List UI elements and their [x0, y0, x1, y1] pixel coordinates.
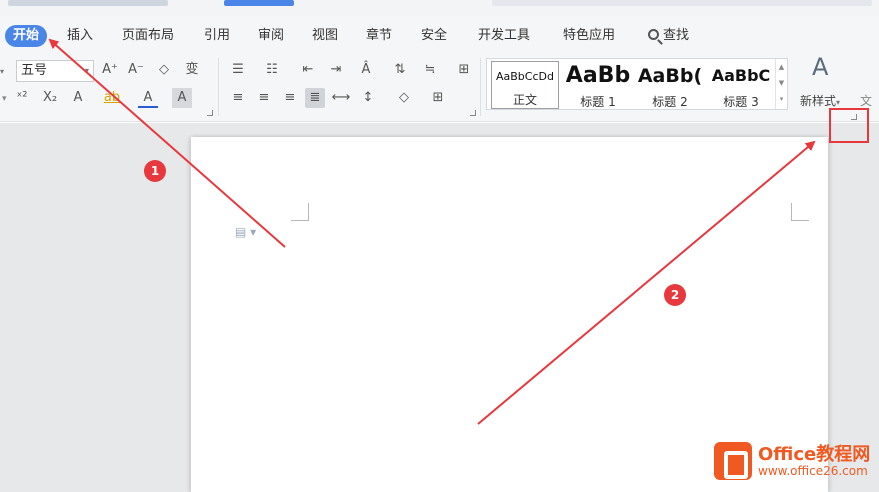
paragraph-dialog-launcher-icon[interactable] — [470, 110, 476, 116]
grow-font-icon[interactable]: A⁺ — [100, 60, 120, 80]
document-page[interactable]: ▤ ▾ — [191, 137, 828, 492]
show-hide-marks-icon[interactable]: ≒ — [420, 60, 440, 80]
tab-special-apps[interactable]: 特色应用 — [563, 25, 615, 47]
title-bar-fragment — [492, 0, 872, 6]
tab-find[interactable]: 查找 — [648, 25, 689, 47]
char-shading-icon[interactable]: A — [172, 88, 192, 108]
style-heading-1[interactable]: AaBb 标题 1 — [563, 61, 633, 109]
font-color-icon[interactable]: A — [138, 88, 158, 108]
gallery-scrollbar[interactable]: ▲ ▼ ▾ — [775, 59, 787, 109]
step-badge-2: 2 — [664, 284, 686, 306]
watermark-url: www.office26.com — [758, 464, 868, 478]
tab-find-label: 查找 — [663, 28, 690, 43]
chinese-layout-icon[interactable]: Â — [356, 60, 376, 80]
font-name-caret[interactable]: ▾ — [0, 62, 4, 81]
title-tab-fragment — [8, 0, 168, 6]
style-preview: AaBb( — [637, 65, 703, 87]
text-effect-icon[interactable]: A — [68, 88, 88, 108]
line-spacing-icon[interactable]: ↕ — [358, 88, 378, 108]
style-preview: AaBbC — [711, 66, 771, 85]
menu-bar: 开始 插入 页面布局 引用 审阅 视图 章节 安全 开发工具 特色应用 查找 — [0, 16, 879, 54]
watermark-title: Office教程网 — [758, 444, 871, 465]
font-size-value: 五号 — [21, 63, 48, 78]
border-icon[interactable]: ⊞ — [428, 88, 448, 108]
justify-icon[interactable]: ≣ — [305, 88, 325, 108]
align-center-icon[interactable]: ≡ — [254, 88, 274, 108]
ribbon-divider — [480, 58, 481, 116]
tab-insert[interactable]: 插入 — [67, 25, 93, 47]
decrease-indent-icon[interactable]: ⇤ — [298, 60, 318, 80]
highlight-rectangle — [829, 108, 869, 143]
site-watermark: Office教程网 www.office26.com — [712, 440, 876, 484]
paste-options-icon[interactable]: ▤ ▾ — [235, 225, 256, 239]
ribbon-divider — [218, 58, 219, 116]
tab-page-layout[interactable]: 页面布局 — [122, 25, 174, 47]
font-dialog-launcher-icon[interactable] — [207, 110, 213, 116]
style-preview: AaBb — [565, 63, 631, 88]
title-strip — [0, 0, 879, 16]
tab-view[interactable]: 视图 — [312, 25, 338, 47]
new-style-icon[interactable]: A — [812, 55, 828, 79]
shrink-font-icon[interactable]: A⁻ — [126, 60, 146, 80]
table-borders-icon[interactable]: ⊞ — [454, 60, 474, 80]
style-preview: AaBbCcDd — [496, 70, 554, 83]
clear-format-icon[interactable]: ◇ — [154, 60, 174, 80]
office-logo-icon — [714, 442, 752, 480]
tab-developer[interactable]: 开发工具 — [478, 25, 530, 47]
highlight-color-icon[interactable]: ab — [102, 88, 122, 108]
underline-caret[interactable]: ▾ — [2, 90, 7, 108]
style-name: 标题 1 — [580, 95, 616, 109]
style-gallery: AaBbCcDd 正文 AaBb 标题 1 AaBb( 标题 2 AaBbC 标… — [486, 58, 788, 110]
style-heading-3[interactable]: AaBbC 标题 3 — [707, 61, 775, 109]
style-heading-2[interactable]: AaBb( 标题 2 — [635, 61, 705, 109]
new-style-label: 新样式 — [800, 94, 837, 108]
phonetic-guide-icon[interactable]: 变 — [182, 60, 202, 80]
shading-fill-icon[interactable]: ◇ — [394, 88, 414, 108]
sort-icon[interactable]: ⇅ — [390, 60, 410, 80]
style-normal[interactable]: AaBbCcDd 正文 — [491, 61, 559, 109]
tab-chapter[interactable]: 章节 — [366, 25, 392, 47]
style-name: 正文 — [512, 93, 537, 107]
distributed-align-icon[interactable]: ⟷ — [331, 88, 351, 108]
style-name: 标题 2 — [652, 95, 688, 109]
align-left-icon[interactable]: ≡ — [228, 88, 248, 108]
margin-corner-top-right — [791, 203, 809, 221]
margin-corner-top-left — [291, 203, 309, 221]
step-badge-1: 1 — [144, 160, 166, 182]
search-icon — [648, 29, 659, 40]
tab-references[interactable]: 引用 — [204, 25, 230, 47]
document-tab-fragment[interactable] — [224, 0, 294, 6]
tab-home[interactable]: 开始 — [5, 25, 48, 47]
numbered-list-icon[interactable]: ☷ — [262, 60, 282, 80]
font-size-select[interactable]: 五号 ▾ — [16, 60, 94, 82]
superscript-icon[interactable]: ˣ² — [12, 88, 32, 108]
tab-security[interactable]: 安全 — [421, 25, 447, 47]
style-name: 标题 3 — [723, 95, 759, 109]
subscript-icon[interactable]: X₂ — [40, 88, 60, 108]
increase-indent-icon[interactable]: ⇥ — [326, 60, 346, 80]
ribbon-toolbar: ▾ 五号 ▾ A⁺ A⁻ ◇ 变 ▾ ˣ² X₂ A ab A A ☰ ☷ ⇤ … — [0, 54, 879, 122]
tab-review[interactable]: 审阅 — [258, 25, 284, 47]
bullet-list-icon[interactable]: ☰ — [228, 60, 248, 80]
align-right-icon[interactable]: ≡ — [280, 88, 300, 108]
